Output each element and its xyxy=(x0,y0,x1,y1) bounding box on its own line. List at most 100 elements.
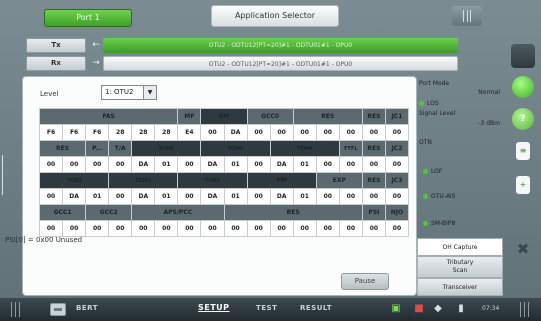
oh-capture-tab[interactable]: OH Capture xyxy=(417,238,503,256)
byte-cell: 00 xyxy=(246,124,271,141)
status-led-icon[interactable] xyxy=(512,76,534,98)
header-cell: RES xyxy=(292,108,363,125)
help-icon[interactable]: ? xyxy=(512,108,534,130)
byte-cell: 00 xyxy=(200,220,225,237)
byte-cell: 00 xyxy=(384,124,410,141)
application-selector-button[interactable]: Application Selector xyxy=(211,5,339,27)
tx-path-value[interactable]: OTU2 - ODTU12[PT=20]#1 - ODTU01#1 - OPU0 xyxy=(103,38,458,53)
left-arrow-icon: ← xyxy=(92,40,100,50)
byte-cell: 01 xyxy=(292,156,317,173)
header-cell: TCM2 xyxy=(108,172,179,189)
byte-cell: 00 xyxy=(269,220,294,237)
header-cell: TCM3 xyxy=(38,172,110,189)
byte-cell: E4 xyxy=(177,124,202,141)
lof-label: LOF xyxy=(431,168,443,175)
byte-cell: 00 xyxy=(131,220,156,237)
tools-icon[interactable]: ✖ xyxy=(512,238,534,260)
byte-cell: DA xyxy=(200,156,225,173)
psi-status-text: PSI[0] = 0x00 Unused xyxy=(5,236,83,244)
byte-cell: 28 xyxy=(131,124,156,141)
grip-icon[interactable] xyxy=(9,302,23,317)
home-button[interactable] xyxy=(511,44,535,68)
report-icon[interactable]: ≡ xyxy=(515,141,531,161)
byte-cell: 00 xyxy=(108,156,133,173)
byte-cell: 00 xyxy=(62,220,87,237)
port-mode-value: Normal xyxy=(478,89,500,96)
tx-path-row: Tx ← OTU2 - ODTU12[PT=20]#1 - ODTU01#1 -… xyxy=(23,38,458,53)
byte-cell: DA xyxy=(62,188,87,205)
clock-icon: ▮ xyxy=(458,303,464,314)
byte-cell: 00 xyxy=(315,124,340,141)
header-cell: MF xyxy=(177,108,202,125)
byte-cell: 00 xyxy=(108,220,133,237)
clock-time: 07:34 xyxy=(482,305,500,312)
otu-ais-label: OTU-AIS xyxy=(431,193,456,200)
byte-cell: 00 xyxy=(361,188,386,205)
byte-cell: 00 xyxy=(384,156,410,173)
header-cell: NJO xyxy=(384,204,410,221)
header-cell: RES xyxy=(361,108,386,125)
header-cell: RES xyxy=(361,140,386,157)
byte-cell: 00 xyxy=(361,124,386,141)
byte-cell: F6 xyxy=(62,124,87,141)
byte-cell: 00 xyxy=(177,220,202,237)
result-tab[interactable]: RESULT xyxy=(300,304,332,312)
export-icon[interactable]: + xyxy=(515,175,531,195)
byte-cell: 00 xyxy=(384,188,410,205)
tx-button[interactable]: Tx xyxy=(26,38,86,53)
header-cell: RES xyxy=(38,140,87,157)
level-select[interactable]: 1: OTU2 ▼ xyxy=(101,85,157,100)
top-grip-handle[interactable] xyxy=(452,6,482,26)
signal-level-label: Signal Level xyxy=(419,110,456,117)
rx-path-value[interactable]: OTU2 - ODTU12[PT=20]#1 - ODTU01#1 - OPU0 xyxy=(103,56,458,71)
byte-cell: 00 xyxy=(315,156,340,173)
byte-cell: 00 xyxy=(361,156,386,173)
byte-cell: 01 xyxy=(223,188,248,205)
chevron-down-icon[interactable]: ▼ xyxy=(143,86,156,99)
byte-cell: 00 xyxy=(315,220,340,237)
grip-icon[interactable] xyxy=(518,302,532,317)
alarm-icon: ◆ xyxy=(434,303,442,314)
bottom-bar: BERT SETUP TEST RESULT ▣ ■ ◆ ▮ 07:34 xyxy=(0,298,541,321)
byte-cell: DA xyxy=(269,188,294,205)
byte-cell: 28 xyxy=(154,124,179,141)
byte-cell: 00 xyxy=(292,124,317,141)
transceiver-tab[interactable]: Transceiver xyxy=(417,278,503,296)
setup-tab[interactable]: SETUP xyxy=(198,303,230,312)
test-tab[interactable]: TEST xyxy=(256,304,277,312)
grip-icon xyxy=(463,10,471,22)
rx-button[interactable]: Rx xyxy=(26,56,86,71)
byte-cell: 00 xyxy=(38,220,64,237)
header-cell: EXP xyxy=(315,172,363,189)
byte-cell: DA xyxy=(200,188,225,205)
status-led-icon xyxy=(419,101,424,106)
tributary-scan-tab[interactable]: Tributary Scan xyxy=(417,256,503,278)
port-mode-label: Port Mode xyxy=(419,80,450,87)
left-grip-handle[interactable] xyxy=(0,155,6,195)
header-cell: TCM1 xyxy=(177,172,248,189)
status-led-icon xyxy=(423,169,428,174)
byte-cell: 00 xyxy=(338,220,363,237)
header-cell: TCM4 xyxy=(269,140,340,157)
byte-cell: 00 xyxy=(108,188,133,205)
header-cell: FAS xyxy=(38,108,179,125)
signal-level-value: -3 dBm xyxy=(478,120,500,127)
header-cell: APS/PCC xyxy=(131,204,225,221)
header-cell: GCC0 xyxy=(246,108,294,125)
header-cell: FTFL xyxy=(338,140,363,157)
bert-icon[interactable] xyxy=(50,303,66,316)
byte-cell: 00 xyxy=(177,188,202,205)
byte-cell: DA xyxy=(131,156,156,173)
header-cell: RES xyxy=(361,172,386,189)
table-row: 00 00 00 00 DA 01 00 DA 01 00 DA 01 00 00 00 00 xyxy=(38,156,410,173)
header-cell: TCM5 xyxy=(200,140,271,157)
header-cell: TCM6 xyxy=(131,140,202,157)
byte-cell: 00 xyxy=(200,124,225,141)
otu-ais-indicator: OTU-AIS xyxy=(423,193,456,200)
pause-button[interactable]: Pause xyxy=(341,273,389,290)
otn-label: OTN xyxy=(419,139,432,146)
port-tab[interactable]: Port 1 xyxy=(44,9,132,27)
status-led-icon xyxy=(423,194,428,199)
right-arrow-icon: → xyxy=(92,58,100,68)
bert-label[interactable]: BERT xyxy=(76,304,98,312)
